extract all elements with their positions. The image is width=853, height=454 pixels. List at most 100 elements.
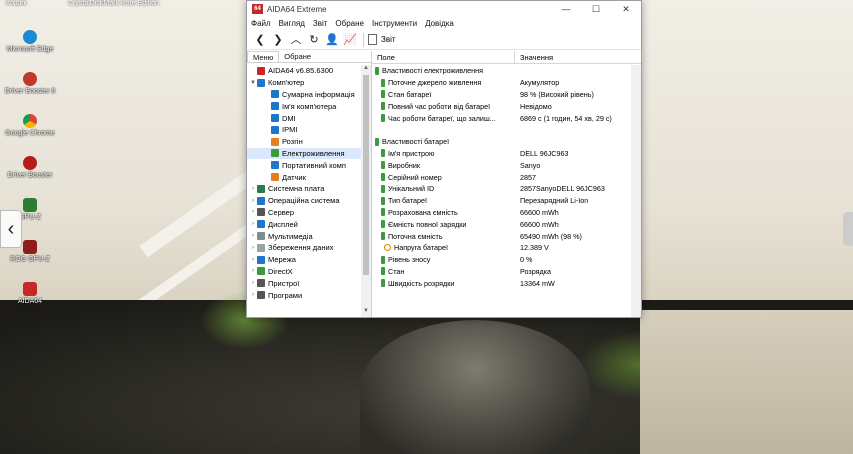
close-button[interactable]: ✕ bbox=[611, 1, 641, 17]
menu-file[interactable]: Файл bbox=[251, 19, 271, 28]
tree-item[interactable]: ▼ Комп'ютер bbox=[247, 77, 361, 89]
tree-item[interactable]: › Пристрої bbox=[247, 277, 361, 289]
tree-item-icon bbox=[271, 173, 279, 182]
report-button[interactable]: Звіт bbox=[368, 34, 396, 45]
forward-icon[interactable]: ❯ bbox=[269, 31, 287, 49]
desktop-label-crystaldisk[interactable]: CrystalDiskMark Kore Edition bbox=[68, 0, 159, 7]
property-value: 2857 bbox=[520, 172, 536, 182]
navigation-tree: AIDA64 v6.85.6300 ▼ Комп'ютер Сумарна інфор… bbox=[247, 65, 361, 317]
tree-item-label: Ім'я комп'ютера bbox=[282, 101, 337, 111]
tree-item[interactable]: › Дисплей bbox=[247, 218, 361, 230]
menu-tools[interactable]: Інструменти bbox=[372, 19, 417, 28]
chart-icon[interactable]: 📈 bbox=[341, 31, 359, 49]
tree-item-label: Сумарна інформація bbox=[282, 89, 355, 99]
expand-icon[interactable]: › bbox=[249, 245, 257, 251]
tree-item[interactable]: › DirectX bbox=[247, 266, 361, 278]
tree-item-icon bbox=[271, 102, 279, 111]
menu-help[interactable]: Довідка bbox=[425, 19, 454, 28]
menu-view[interactable]: Вигляд bbox=[279, 19, 305, 28]
property-field: Унікальний ID bbox=[388, 184, 435, 194]
back-icon[interactable]: ❮ bbox=[251, 31, 269, 49]
property-row[interactable]: Стан батареї 98 % (Високий рівень) bbox=[372, 89, 631, 101]
expand-icon[interactable]: › bbox=[249, 221, 257, 227]
tree-scrollbar[interactable]: ▲ ▼ bbox=[361, 65, 371, 317]
property-row[interactable]: Стан Розрядка bbox=[372, 266, 631, 278]
tree-item[interactable]: AIDA64 v6.85.6300 bbox=[247, 65, 361, 77]
tree-item[interactable]: Датчик bbox=[247, 171, 361, 183]
property-row[interactable]: Рівень зносу 0 % bbox=[372, 254, 631, 266]
details-scrollbar[interactable] bbox=[631, 65, 641, 317]
tree-item[interactable]: Електроживлення bbox=[247, 147, 361, 160]
property-value: 0 % bbox=[520, 255, 533, 265]
property-row[interactable]: Час роботи батареї, що залиш... 6869 с (1… bbox=[372, 112, 631, 124]
expand-icon[interactable]: › bbox=[249, 233, 257, 239]
desktop-label-recycle[interactable]: Кошик bbox=[6, 0, 27, 7]
menu-favorites[interactable]: Обране bbox=[335, 19, 364, 28]
desktop-icon-driver-booster[interactable]: Driver Booster bbox=[0, 156, 60, 179]
property-row[interactable]: Ємність повної зарядки 66600 mWh bbox=[372, 218, 631, 230]
scroll-thumb[interactable] bbox=[363, 75, 369, 275]
property-row[interactable]: Унікальний ID 2857SanyoDELL 96JC963 bbox=[372, 183, 631, 195]
up-icon[interactable]: ︿ bbox=[287, 31, 305, 49]
desktop-icon-driver-booster-8[interactable]: Driver Booster 8 bbox=[0, 72, 60, 95]
user-icon[interactable]: 👤 bbox=[323, 31, 341, 49]
expand-icon[interactable]: › bbox=[249, 257, 257, 263]
expand-icon[interactable]: › bbox=[249, 268, 257, 274]
tree-item[interactable]: Портативний комп bbox=[247, 159, 361, 171]
scroll-down-icon[interactable]: ▼ bbox=[361, 308, 371, 317]
refresh-icon[interactable]: ↻ bbox=[305, 31, 323, 49]
next-handle[interactable] bbox=[843, 212, 853, 246]
property-row[interactable]: Виробник Sanyo bbox=[372, 159, 631, 171]
property-row[interactable]: Повний час роботи від батареї Невідомо bbox=[372, 100, 631, 112]
tree-item[interactable]: › Системна плата bbox=[247, 183, 361, 195]
property-row[interactable]: Ім'я пристрою DELL 96JC963 bbox=[372, 148, 631, 160]
property-row[interactable]: Поточне джерело живлення Акумулятор bbox=[372, 77, 631, 89]
property-field: Розрахована ємність bbox=[388, 207, 458, 217]
tree-item-icon bbox=[257, 184, 265, 193]
tree-item[interactable]: › Програми bbox=[247, 289, 361, 301]
expand-icon[interactable]: › bbox=[249, 292, 257, 298]
menu-report[interactable]: Звіт bbox=[313, 19, 328, 28]
tree-item[interactable]: › Збереження даних bbox=[247, 242, 361, 254]
tree-item[interactable]: IPMI bbox=[247, 124, 361, 136]
tree-item[interactable]: › Операційна система bbox=[247, 195, 361, 207]
desktop-icon-aida64[interactable]: AIDA64 bbox=[0, 282, 60, 305]
tree-item[interactable]: Сумарна інформація bbox=[247, 89, 361, 101]
tree-item[interactable]: Розгін bbox=[247, 136, 361, 148]
battery-icon bbox=[381, 114, 385, 123]
tree-item[interactable]: DMI bbox=[247, 112, 361, 124]
expand-icon[interactable]: › bbox=[249, 209, 257, 215]
tree-item[interactable]: › Мультимедіа bbox=[247, 230, 361, 242]
column-field[interactable]: Поле bbox=[372, 51, 515, 63]
desktop-icon-edge[interactable]: Microsoft Edge bbox=[0, 30, 60, 53]
expand-icon[interactable]: › bbox=[249, 198, 257, 204]
section-header[interactable]: Властивості електроживлення bbox=[372, 65, 631, 77]
tree-item[interactable]: Ім'я комп'ютера bbox=[247, 100, 361, 112]
tree-item[interactable]: › Сервер bbox=[247, 207, 361, 219]
property-row[interactable]: Напруга батареї 12.389 V bbox=[372, 242, 631, 254]
expand-icon[interactable]: › bbox=[249, 186, 257, 192]
title-bar[interactable]: 64 AIDA64 Extreme — ☐ ✕ bbox=[247, 1, 641, 17]
scroll-up-icon[interactable]: ▲ bbox=[361, 65, 371, 74]
tree-item[interactable]: › Мережа bbox=[247, 254, 361, 266]
battery-icon bbox=[381, 220, 385, 229]
property-row[interactable]: Поточна ємність 65490 mWh (98 %) bbox=[372, 230, 631, 242]
previous-arrow-button[interactable]: ‹ bbox=[0, 210, 22, 248]
battery-icon bbox=[381, 232, 385, 241]
property-row[interactable]: Розрахована ємність 66600 mWh bbox=[372, 207, 631, 219]
section-header[interactable]: Властивості батареї bbox=[372, 136, 631, 148]
column-value[interactable]: Значення bbox=[515, 51, 553, 63]
battery-icon bbox=[381, 279, 385, 288]
expand-icon[interactable]: ▼ bbox=[249, 80, 257, 86]
tab-menu[interactable]: Меню bbox=[247, 51, 280, 62]
property-row[interactable]: Серійний номер 2857 bbox=[372, 171, 631, 183]
tree-item-label: Портативний комп bbox=[282, 160, 346, 170]
maximize-button[interactable]: ☐ bbox=[581, 1, 611, 17]
expand-icon[interactable]: › bbox=[249, 280, 257, 286]
property-field: Стан bbox=[388, 266, 405, 276]
tab-favorites[interactable]: Обране bbox=[279, 51, 316, 62]
minimize-button[interactable]: — bbox=[551, 1, 581, 17]
property-row[interactable]: Швидкість розрядки 13364 mW bbox=[372, 277, 631, 289]
desktop-icon-chrome[interactable]: Google Chrome bbox=[0, 114, 60, 137]
property-row[interactable]: Тип батареї Перезарядний Li-Ion bbox=[372, 195, 631, 207]
